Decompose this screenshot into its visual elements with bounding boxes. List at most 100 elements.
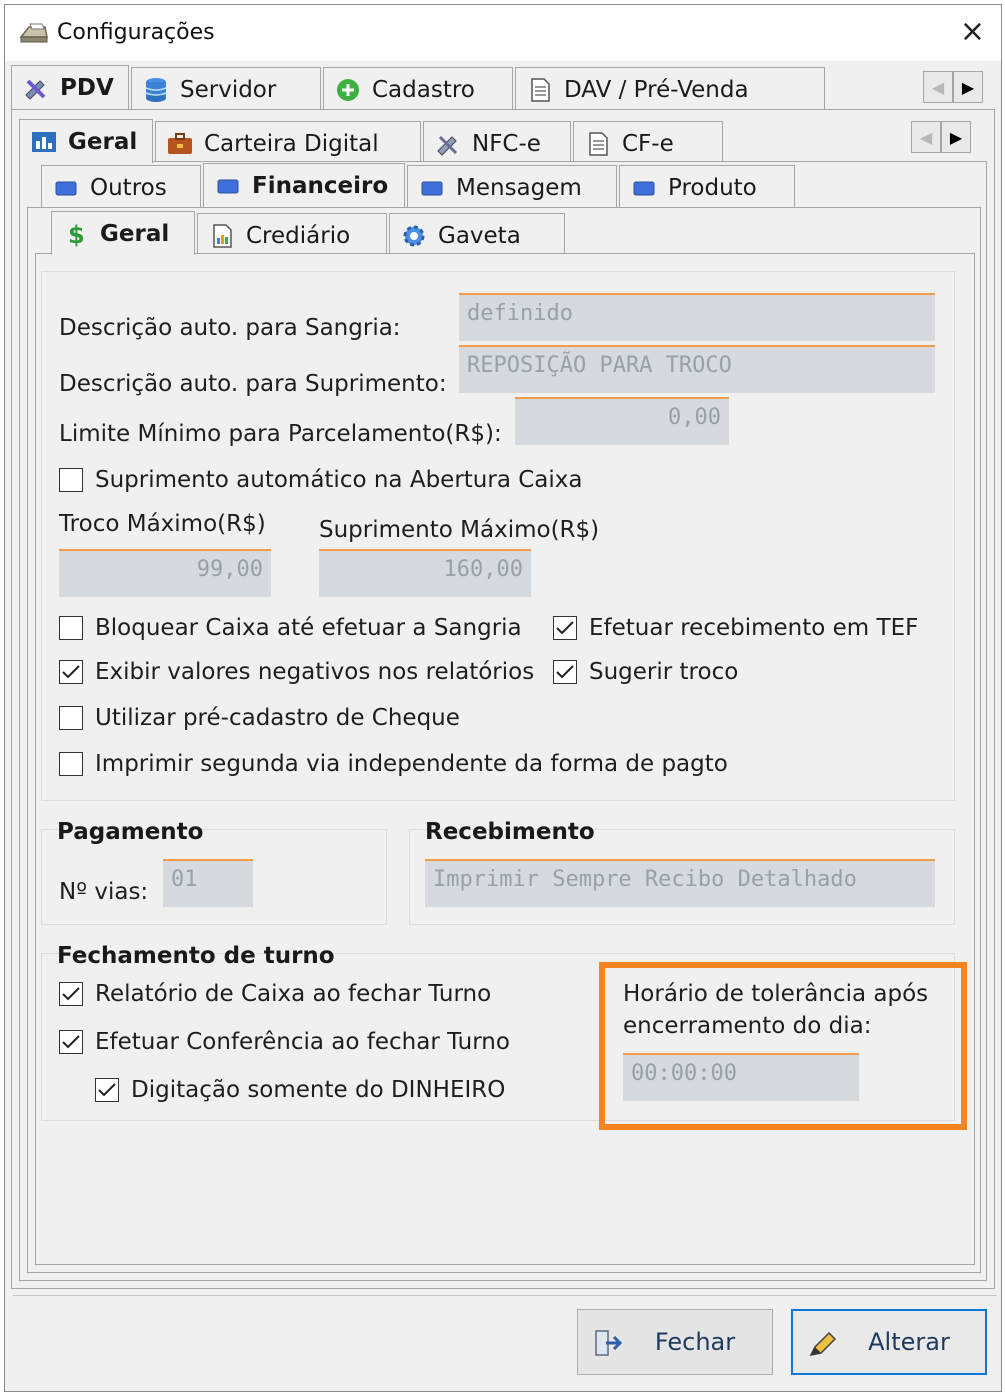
tab-cfe[interactable]: CF-e xyxy=(573,121,723,165)
folder-icon xyxy=(55,181,77,195)
tab-scroll-level2: ◀ ▶ xyxy=(911,121,971,153)
checkbox-box xyxy=(59,616,83,640)
tab-servidor[interactable]: Servidor xyxy=(131,67,321,111)
tab-financeiro[interactable]: Financeiro xyxy=(203,163,405,207)
scroll-right-button[interactable]: ▶ xyxy=(941,121,971,153)
checkbox-label: Sugerir troco xyxy=(589,659,739,685)
tab-label: Geral xyxy=(68,128,138,155)
vias-label: Nº vias: xyxy=(59,879,149,905)
recebimento-title: Recebimento xyxy=(425,819,595,845)
checkmark-icon xyxy=(556,665,574,679)
checkbox-label: Imprimir segunda via independente da for… xyxy=(95,751,728,777)
checkbox-box xyxy=(553,616,577,640)
checkmark-icon xyxy=(62,1035,80,1049)
suprimento-max-label: Suprimento Máximo(R$) xyxy=(319,517,600,543)
limite-input[interactable]: 0,00 xyxy=(515,397,729,445)
tab-crediario[interactable]: Crediário xyxy=(197,213,387,257)
tab-nfce[interactable]: NFC-e xyxy=(423,121,571,165)
checkbox-label: Efetuar Conferência ao fechar Turno xyxy=(95,1029,510,1055)
checkbox-box xyxy=(95,1078,119,1102)
folder-icon xyxy=(633,181,655,195)
tab-outros[interactable]: Outros xyxy=(41,165,201,209)
checkmark-icon xyxy=(62,987,80,1001)
tab-geral-l4[interactable]: $ Geral xyxy=(51,211,195,255)
checkmark-icon xyxy=(98,1083,116,1097)
tab-label: Produto xyxy=(668,174,757,201)
checkbox-label: Utilizar pré-cadastro de Cheque xyxy=(95,705,460,731)
nfce-icon xyxy=(437,135,458,156)
tab-geral-l2[interactable]: Geral xyxy=(19,119,153,163)
tab-label: Mensagem xyxy=(456,174,582,201)
highlight-box xyxy=(599,962,967,1130)
efetuar-tef-checkbox[interactable]: Efetuar recebimento em TEF xyxy=(553,615,918,641)
scroll-right-button[interactable]: ▶ xyxy=(953,71,983,103)
report-icon xyxy=(213,223,232,248)
checkbox-box xyxy=(553,660,577,684)
suprimento-auto-checkbox[interactable]: Suprimento automático na Abertura Caixa xyxy=(59,467,582,493)
checkbox-box xyxy=(59,660,83,684)
close-button[interactable]: × xyxy=(960,15,985,49)
conferencia-checkbox[interactable]: Efetuar Conferência ao fechar Turno xyxy=(59,1029,510,1055)
segunda-via-checkbox[interactable]: Imprimir segunda via independente da for… xyxy=(59,751,728,777)
tab-carteira[interactable]: Carteira Digital xyxy=(155,121,421,165)
bloquear-checkbox[interactable]: Bloquear Caixa até efetuar a Sangria xyxy=(59,615,522,641)
tab-label: CF-e xyxy=(622,130,674,157)
recebimento-select[interactable]: Imprimir Sempre Recibo Detalhado xyxy=(425,859,935,907)
checkbox-box xyxy=(59,1030,83,1054)
tab-pdv[interactable]: PDV xyxy=(11,65,129,109)
tab-label: Crediário xyxy=(246,222,351,249)
digitacao-dinheiro-checkbox[interactable]: Digitação somente do DINHEIRO xyxy=(95,1077,505,1103)
pre-cadastro-checkbox[interactable]: Utilizar pré-cadastro de Cheque xyxy=(59,705,460,731)
tab-produto[interactable]: Produto xyxy=(619,165,795,209)
checkbox-box xyxy=(59,706,83,730)
tab-cadastro[interactable]: Cadastro xyxy=(323,67,513,111)
tab-dav[interactable]: DAV / Pré-Venda xyxy=(515,67,825,111)
checkbox-label: Digitação somente do DINHEIRO xyxy=(131,1077,506,1103)
sangria-label: Descrição auto. para Sangria: xyxy=(59,315,401,341)
checkbox-box xyxy=(59,982,83,1006)
tab-label: Carteira Digital xyxy=(204,130,379,157)
scroll-left-button[interactable]: ◀ xyxy=(911,121,941,153)
suprimento-max-input[interactable]: 160,00 xyxy=(319,549,531,597)
folder-icon xyxy=(421,181,443,195)
tab-label: PDV xyxy=(60,74,114,101)
alterar-button[interactable]: Alterar xyxy=(791,1309,987,1375)
database-icon xyxy=(145,77,167,102)
tab-label: Geral xyxy=(100,220,170,247)
tab-label: DAV / Pré-Venda xyxy=(564,76,749,103)
checkbox-box xyxy=(59,468,83,492)
checkmark-icon xyxy=(62,665,80,679)
document-icon xyxy=(589,131,608,156)
tab-label: Outros xyxy=(90,174,167,201)
sangria-input[interactable]: definido xyxy=(459,293,935,341)
tab-gaveta[interactable]: Gaveta xyxy=(389,213,565,257)
sugerir-troco-checkbox[interactable]: Sugerir troco xyxy=(553,659,738,685)
checkmark-icon xyxy=(556,621,574,635)
printer-icon xyxy=(19,23,48,43)
fechar-button[interactable]: Fechar xyxy=(577,1309,773,1375)
relatorio-caixa-checkbox[interactable]: Relatório de Caixa ao fechar Turno xyxy=(59,981,491,1007)
checkbox-label: Relatório de Caixa ao fechar Turno xyxy=(95,981,492,1007)
button-label: Alterar xyxy=(868,1328,950,1356)
exibir-negativos-checkbox[interactable]: Exibir valores negativos nos relatórios xyxy=(59,659,534,685)
tab-mensagem[interactable]: Mensagem xyxy=(407,165,617,209)
limite-label: Limite Mínimo para Parcelamento(R$): xyxy=(59,421,502,447)
title-bar: Configurações × xyxy=(5,5,1001,61)
checkbox-label: Suprimento automático na Abertura Caixa xyxy=(95,467,583,493)
window-title: Configurações xyxy=(57,20,215,45)
briefcase-icon xyxy=(168,132,192,154)
checkbox-label: Efetuar recebimento em TEF xyxy=(589,615,919,641)
dollar-icon: $ xyxy=(68,221,85,247)
pagamento-title: Pagamento xyxy=(57,819,204,845)
tab-label: Gaveta xyxy=(438,222,521,249)
fechamento-title: Fechamento de turno xyxy=(57,943,335,969)
suprimento-label: Descrição auto. para Suprimento: xyxy=(59,371,447,397)
suprimento-input[interactable]: REPOSIÇÃO PARA TROCO xyxy=(459,345,935,393)
tab-scroll-level1: ◀ ▶ xyxy=(923,71,983,103)
vias-input[interactable]: 01 xyxy=(163,859,253,907)
troco-max-input[interactable]: 99,00 xyxy=(59,549,271,597)
scroll-left-button[interactable]: ◀ xyxy=(923,71,953,103)
svg-text:$: $ xyxy=(68,221,85,247)
checkbox-box xyxy=(59,752,83,776)
pdv-tools-icon xyxy=(25,79,46,100)
